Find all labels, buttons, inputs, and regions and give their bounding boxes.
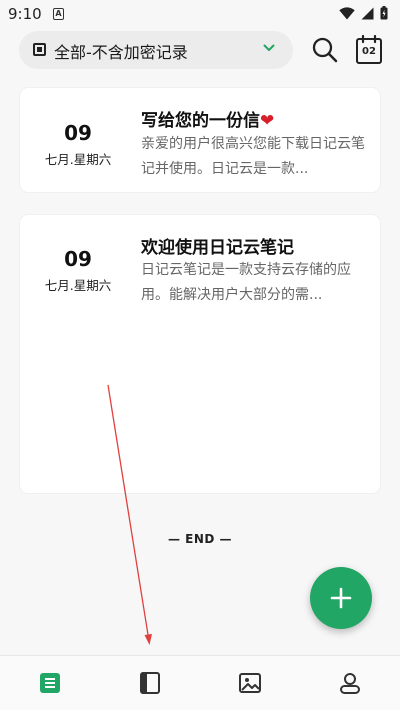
note-date-day: 09 bbox=[64, 121, 92, 145]
note-card[interactable]: 09 七月.星期六 写给您的一份信❤ 亲爱的用户很高兴您能下载日记云笔记并使用。… bbox=[20, 88, 380, 192]
heart-icon: ❤ bbox=[260, 111, 275, 131]
nav-notes[interactable] bbox=[37, 670, 63, 696]
chevron-down-icon bbox=[263, 44, 275, 51]
nav-notebook[interactable] bbox=[137, 670, 163, 696]
wifi-icon bbox=[339, 6, 355, 19]
battery-icon bbox=[380, 6, 388, 20]
plus-icon bbox=[330, 587, 352, 609]
status-time: 9:10 bbox=[8, 5, 42, 23]
filter-label: 全部-不含加密记录 bbox=[54, 43, 188, 62]
bottom-navigation bbox=[0, 655, 400, 710]
note-date-subtitle: 七月.星期六 bbox=[44, 278, 112, 293]
add-note-button[interactable] bbox=[310, 567, 372, 629]
nav-gallery[interactable] bbox=[237, 670, 263, 696]
note-title: 写给您的一份信❤ bbox=[141, 106, 274, 131]
profile-icon bbox=[340, 673, 360, 694]
cellular-signal-icon bbox=[361, 7, 374, 19]
note-excerpt: 亲爱的用户很高兴您能下载日记云笔记并使用。日记云是一款... bbox=[141, 136, 365, 177]
search-icon[interactable] bbox=[311, 36, 339, 64]
note-date-day: 09 bbox=[64, 247, 92, 271]
status-bar: 9:10 A bbox=[0, 0, 400, 30]
calendar-day-number: 02 bbox=[362, 46, 376, 57]
note-filter-dropdown[interactable]: 全部-不含加密记录 bbox=[19, 31, 293, 69]
notebook-icon bbox=[140, 672, 160, 694]
app-screen: 9:10 A 全部-不含加密记录 02 09 七月.星期六 写给您的一份信❤ 亲… bbox=[0, 0, 400, 710]
filter-square-icon bbox=[33, 43, 46, 56]
calendar-button[interactable]: 02 bbox=[355, 35, 383, 65]
note-excerpt: 日记云笔记是一款支持云存储的应用。能解决用户大部分的需... bbox=[141, 262, 351, 303]
image-icon bbox=[239, 673, 261, 693]
notes-list-icon bbox=[40, 673, 60, 693]
notification-app-icon: A bbox=[53, 8, 64, 20]
note-card[interactable]: 09 七月.星期六 欢迎使用日记云笔记 日记云笔记是一款支持云存储的应用。能解决… bbox=[20, 215, 380, 493]
status-icons bbox=[339, 6, 388, 20]
note-title-text: 写给您的一份信 bbox=[141, 111, 260, 131]
note-title: 欢迎使用日记云笔记 bbox=[141, 238, 294, 258]
list-end-label: — END — bbox=[167, 532, 233, 546]
note-date-subtitle: 七月.星期六 bbox=[44, 152, 112, 167]
nav-profile[interactable] bbox=[337, 670, 363, 696]
